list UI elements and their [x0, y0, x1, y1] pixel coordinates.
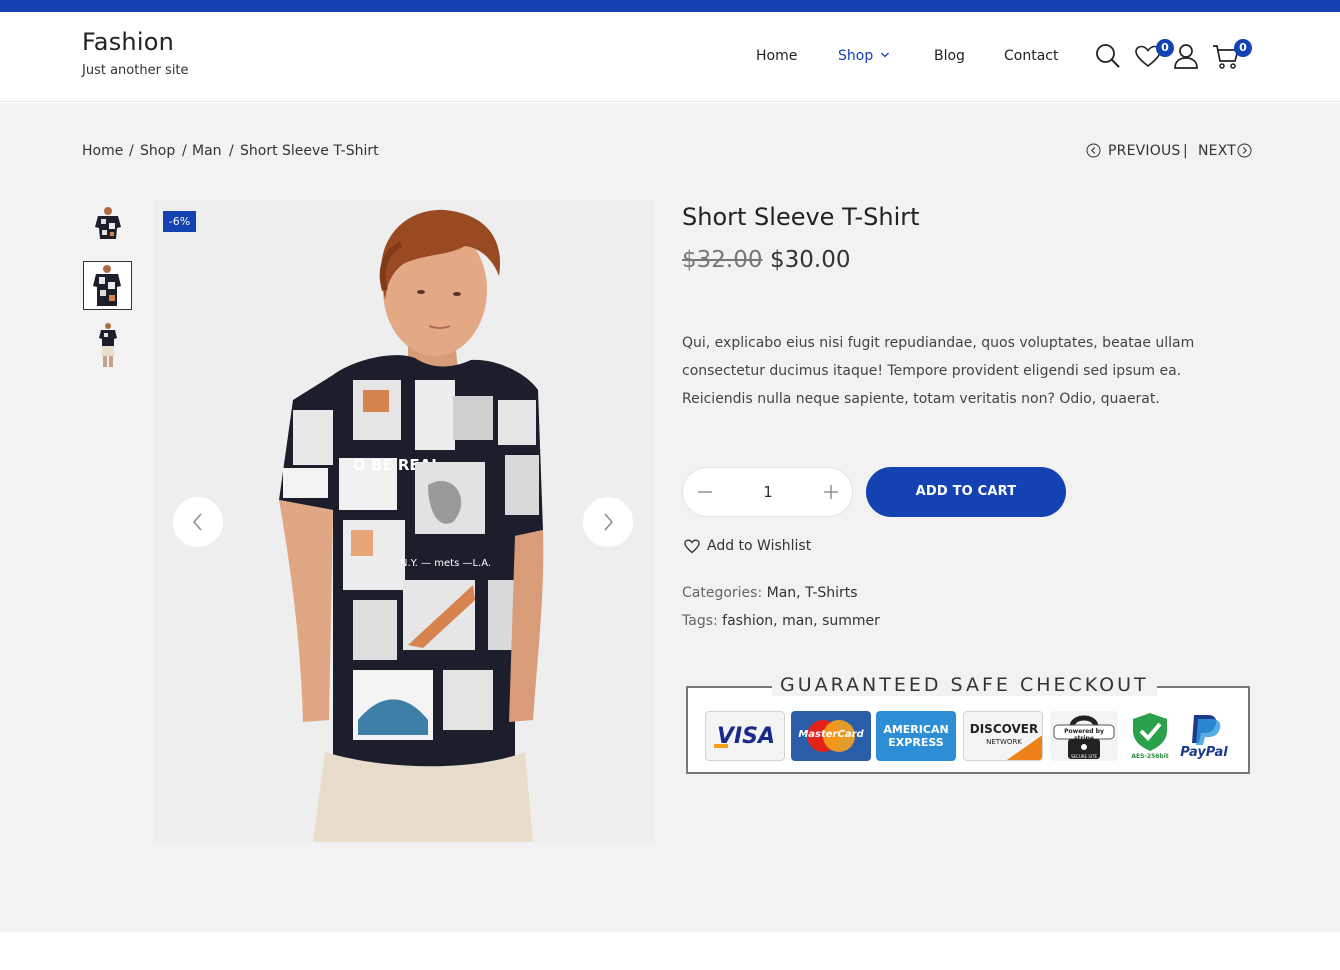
sale-price: $30.00 [770, 247, 851, 273]
chevron-left-icon [193, 513, 202, 531]
stripe-text: Powered by stripe [1064, 728, 1104, 742]
site-title[interactable]: Fashion [82, 28, 174, 56]
quantity-stepper: 1 [682, 467, 853, 517]
breadcrumb-separator: / [182, 143, 187, 159]
safe-checkout-title: GUARANTEED SAFE CHECKOUT [772, 674, 1157, 696]
chevron-left-circle-icon[interactable] [1086, 143, 1101, 158]
categories-label: Categories: [682, 585, 763, 601]
discover-text: DISCOVER [969, 722, 1039, 736]
nav-home[interactable]: Home [756, 48, 797, 64]
discover-logo: DISCOVER NETWORK [963, 711, 1043, 761]
breadcrumb-man[interactable]: Man [192, 143, 222, 159]
site-header: Fashion Just another site Home Shop Blog… [0, 12, 1340, 102]
user-icon[interactable] [1173, 43, 1199, 69]
previous-product-link[interactable]: PREVIOUS [1108, 143, 1180, 159]
product-page: Home / Shop / Man / Short Sleeve T-Shirt… [0, 103, 1340, 932]
nav-contact[interactable]: Contact [1004, 48, 1058, 64]
heart-icon [684, 539, 700, 554]
amex-text: AMERICAN EXPRESS [883, 723, 949, 749]
breadcrumb-separator: / [129, 143, 134, 159]
chevron-right-icon [604, 513, 613, 531]
amex-logo: AMERICAN EXPRESS [876, 711, 956, 761]
shield-check-icon [1133, 713, 1167, 751]
next-product-link[interactable]: NEXT [1198, 143, 1236, 159]
gallery-prev-button[interactable] [173, 497, 223, 547]
product-tags: Tags: fashion, man, summer [682, 613, 880, 629]
plus-icon[interactable] [823, 482, 839, 502]
sale-badge: -6% [163, 211, 196, 232]
categories-links[interactable]: Man, T-Shirts [767, 585, 858, 601]
aes-shield-logo: AES-256bit [1128, 711, 1172, 761]
product-categories: Categories: Man, T-Shirts [682, 585, 858, 601]
product-photo: O BE REAL N.Y. — mets —L.A. [279, 209, 544, 842]
site-tagline: Just another site [82, 63, 189, 78]
nav-shop[interactable]: Shop [838, 48, 873, 64]
breadcrumb-home[interactable]: Home [82, 143, 123, 159]
add-to-cart-button[interactable]: ADD TO CART [866, 467, 1066, 517]
wishlist-label: Add to Wishlist [707, 538, 812, 554]
breadcrumb-separator: / [229, 143, 234, 159]
product-thumbnail[interactable] [83, 201, 132, 250]
stripe-lock-logo: Powered by stripe SECURE SITE [1050, 711, 1118, 761]
gallery-next-button[interactable] [583, 497, 633, 547]
product-main-image: O BE REAL N.Y. — mets —L.A. -6% [153, 200, 653, 842]
product-thumbnail[interactable] [83, 321, 132, 370]
paypal-logo: PayPal [1176, 711, 1232, 761]
chevron-down-icon[interactable] [880, 50, 890, 60]
product-title: Short Sleeve T-Shirt [682, 203, 920, 231]
footer-strip [0, 932, 1340, 970]
minus-icon[interactable] [697, 482, 713, 502]
chevron-right-circle-icon[interactable] [1237, 143, 1252, 158]
stripe-sub-text: SECURE SITE [1070, 754, 1098, 759]
quantity-input[interactable]: 1 [743, 483, 793, 501]
product-description: Qui, explicabo eius nisi fugit repudiand… [682, 335, 1195, 407]
original-price: $32.00 [682, 247, 763, 273]
mastercard-logo: MasterCard [791, 711, 871, 761]
nav-blog[interactable]: Blog [934, 48, 965, 64]
wishlist-count-badge: 0 [1156, 39, 1174, 57]
visa-logo: VISA [705, 711, 785, 761]
discover-sub-text: NETWORK [986, 738, 1022, 746]
mastercard-text: MasterCard [798, 729, 864, 740]
pager-separator: | [1183, 143, 1188, 159]
search-icon[interactable] [1095, 43, 1121, 69]
paypal-text: PayPal [1180, 745, 1228, 760]
svg-text:N.Y. — mets —L.A.: N.Y. — mets —L.A. [400, 558, 491, 569]
breadcrumb-shop[interactable]: Shop [140, 143, 175, 159]
breadcrumb-current: Short Sleeve T-Shirt [240, 143, 379, 159]
top-accent-bar [0, 0, 1340, 12]
tags-links[interactable]: fashion, man, summer [722, 613, 880, 629]
tags-label: Tags: [682, 613, 718, 629]
cart-count-badge: 0 [1234, 39, 1252, 57]
product-thumbnail[interactable] [83, 261, 132, 310]
aes-text: AES-256bit [1131, 753, 1169, 760]
paypal-icon [1192, 715, 1221, 745]
